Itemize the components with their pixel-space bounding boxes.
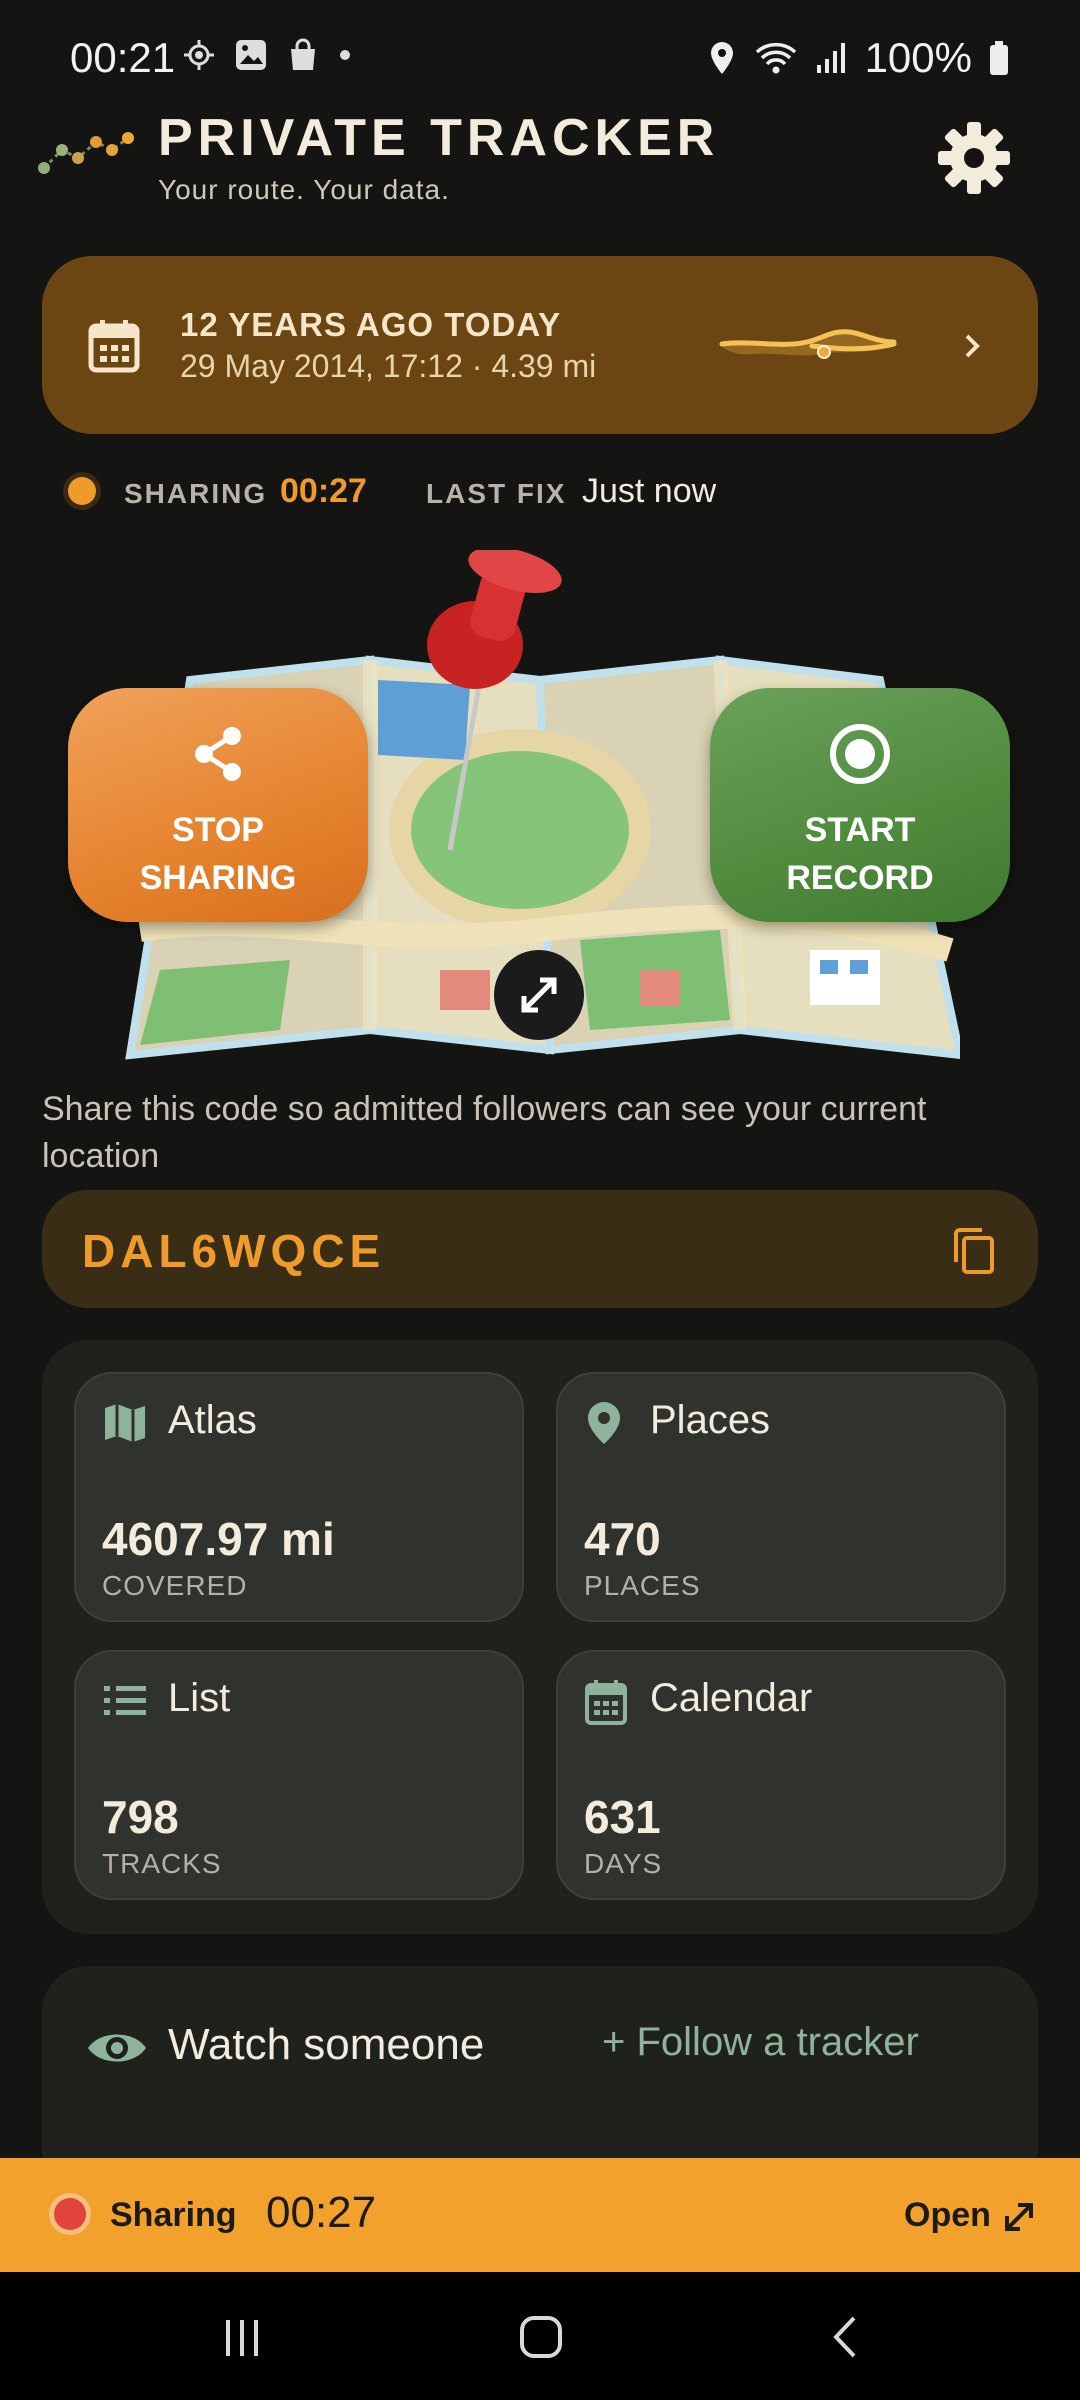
app-logo-icon	[38, 132, 134, 174]
place-pin-icon	[588, 1402, 620, 1444]
places-value: 470	[584, 1513, 661, 1565]
record-icon	[830, 724, 890, 784]
battery-icon	[990, 41, 1008, 75]
last-fix-label: LAST FIX	[426, 478, 567, 509]
start-record-button[interactable]: START RECORD	[710, 688, 1010, 922]
app-title: PRIVATE TRACKER	[158, 109, 720, 167]
chevron-right-icon	[965, 334, 980, 358]
start-line-2: RECORD	[786, 859, 934, 897]
notification-icons	[182, 38, 352, 72]
calendar-tile[interactable]: Calendar 631 DAYS	[556, 1650, 1006, 1900]
gallery-icon	[236, 40, 266, 70]
location-pin-icon	[710, 42, 733, 74]
calendar-icon	[585, 1680, 627, 1725]
open-button[interactable]: Open	[904, 2196, 991, 2235]
wifi-icon	[755, 42, 796, 74]
eye-icon	[88, 2034, 146, 2062]
share-code-box[interactable]: DAL6WQCE	[42, 1190, 1038, 1308]
plus-icon: +	[602, 2020, 637, 2064]
shopping-bag-icon	[291, 38, 315, 70]
memory-card[interactable]: 12 YEARS AGO TODAY 29 May 2014, 17:12 · …	[42, 256, 1038, 434]
stop-sharing-button[interactable]: STOP SHARING	[68, 688, 368, 922]
location-target-icon	[184, 40, 214, 70]
home-icon[interactable]	[518, 2314, 564, 2360]
last-fix-value: Just now	[582, 472, 717, 510]
battery-percent: 100%	[864, 34, 972, 81]
sharing-label: SHARING	[124, 478, 268, 509]
status-bar: 00:21 100%	[0, 0, 1080, 120]
route-thumbnail	[719, 329, 897, 359]
start-line-1: START	[804, 811, 916, 849]
map-icon	[105, 1404, 145, 1442]
list-icon	[104, 1686, 146, 1715]
places-unit: PLACES	[584, 1570, 701, 1601]
sharing-bar-label: Sharing	[110, 2196, 237, 2234]
share-code-description: Share this code so admitted followers ca…	[42, 1090, 927, 1175]
memory-title: 12 YEARS AGO TODAY	[180, 306, 562, 343]
system-icons: 100%	[707, 34, 1010, 82]
calendar-title: Calendar	[650, 1676, 813, 1720]
calendar-unit: DAYS	[584, 1848, 663, 1879]
watch-title: Watch someone	[168, 2020, 485, 2069]
list-tile[interactable]: List 798 TRACKS	[74, 1650, 524, 1900]
watch-card: Watch someone + Follow a tracker	[42, 1966, 1038, 2166]
expand-map-button[interactable]	[494, 950, 584, 1040]
sharing-timer: 00:27	[280, 472, 367, 510]
back-icon[interactable]	[828, 2314, 864, 2360]
follow-label: Follow a tracker	[636, 2020, 919, 2064]
list-value: 798	[102, 1791, 179, 1843]
copy-icon[interactable]	[952, 1226, 996, 1276]
stop-line-2: SHARING	[139, 859, 297, 897]
atlas-title: Atlas	[168, 1398, 257, 1442]
share-code: DAL6WQCE	[82, 1225, 386, 1277]
dot-icon	[340, 50, 350, 60]
calendar-icon	[88, 320, 140, 373]
sharing-indicator-dot	[68, 477, 96, 505]
gear-icon[interactable]	[934, 118, 1014, 198]
status-time: 00:21	[70, 34, 176, 81]
signal-icon	[816, 43, 845, 73]
places-tile[interactable]: Places 470 PLACES	[556, 1372, 1006, 1622]
sharing-bar[interactable]: Sharing 00:27 Open	[0, 2158, 1080, 2272]
stats-panel: Atlas 4607.97 mi COVERED Places 470 PLAC…	[42, 1340, 1038, 1934]
sharing-bar-timer: 00:27	[266, 2188, 377, 2237]
places-title: Places	[650, 1398, 771, 1442]
atlas-tile[interactable]: Atlas 4607.97 mi COVERED	[74, 1372, 524, 1622]
list-unit: TRACKS	[102, 1848, 222, 1879]
system-nav-bar	[0, 2272, 1080, 2400]
calendar-value: 631	[584, 1791, 661, 1843]
memory-subtitle: 29 May 2014, 17:12 · 4.39 mi	[180, 348, 597, 384]
list-title: List	[168, 1676, 231, 1720]
follow-tracker-button[interactable]: + Follow a tracker	[602, 2020, 919, 2065]
live-indicator-dot	[54, 2198, 86, 2230]
recent-apps-icon[interactable]	[220, 2316, 264, 2360]
app-tagline: Your route. Your data.	[158, 174, 450, 205]
open-external-icon[interactable]	[1000, 2198, 1038, 2236]
expand-icon	[521, 977, 557, 1013]
atlas-value: 4607.97 mi	[102, 1513, 335, 1565]
stop-line-1: STOP	[172, 811, 264, 849]
atlas-unit: COVERED	[102, 1570, 248, 1601]
share-icon	[195, 727, 241, 781]
